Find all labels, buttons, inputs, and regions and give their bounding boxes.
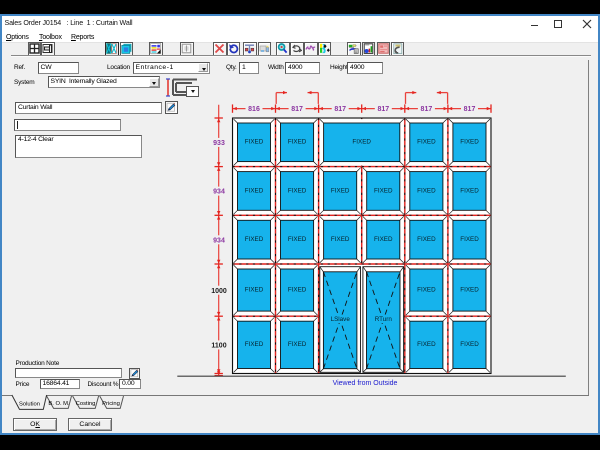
svg-text:FIXED: FIXED [374,187,393,194]
svg-text:RTurn: RTurn [375,316,393,323]
svg-text:FIXED: FIXED [245,236,264,243]
svg-text:Viewed from Outside: Viewed from Outside [333,380,398,387]
svg-text:FIXED: FIXED [245,341,264,348]
svg-text:FIXED: FIXED [288,187,307,194]
svg-text:934: 934 [213,189,225,196]
svg-text:FIXED: FIXED [460,286,479,293]
svg-text:1100: 1100 [211,343,226,350]
svg-text:FIXED: FIXED [460,187,479,194]
svg-text:FIXED: FIXED [288,139,307,146]
svg-text:FIXED: FIXED [417,187,436,194]
svg-text:Pricing: Pricing [102,401,120,407]
svg-text:FIXED: FIXED [417,286,436,293]
svg-text:FIXED: FIXED [460,236,479,243]
svg-text:817: 817 [334,106,346,113]
svg-text:FIXED: FIXED [331,187,350,194]
svg-text:FIXED: FIXED [288,286,307,293]
svg-text:B. O. M.: B. O. M. [48,401,70,407]
svg-text:FIXED: FIXED [245,187,264,194]
svg-text:FIXED: FIXED [417,236,436,243]
svg-text:817: 817 [421,106,433,113]
svg-text:1000: 1000 [211,288,227,295]
svg-text:FIXED: FIXED [352,139,371,146]
svg-text:FIXED: FIXED [460,341,479,348]
svg-text:Costing: Costing [76,401,96,407]
svg-text:FIXED: FIXED [374,236,393,243]
svg-text:816: 816 [248,106,260,113]
svg-text:817: 817 [291,106,303,113]
svg-text:Solution: Solution [19,401,40,407]
svg-text:817: 817 [464,106,476,113]
svg-text:817: 817 [377,106,389,113]
svg-text:FIXED: FIXED [288,236,307,243]
svg-text:FIXED: FIXED [245,139,264,146]
svg-text:933: 933 [213,140,225,147]
svg-text:FIXED: FIXED [288,341,307,348]
svg-text:LSlave: LSlave [331,316,351,323]
svg-text:FIXED: FIXED [417,139,436,146]
svg-text:934: 934 [213,237,225,244]
svg-text:FIXED: FIXED [417,341,436,348]
svg-text:FIXED: FIXED [331,236,350,243]
svg-text:FIXED: FIXED [245,286,264,293]
svg-text:FIXED: FIXED [460,139,479,146]
